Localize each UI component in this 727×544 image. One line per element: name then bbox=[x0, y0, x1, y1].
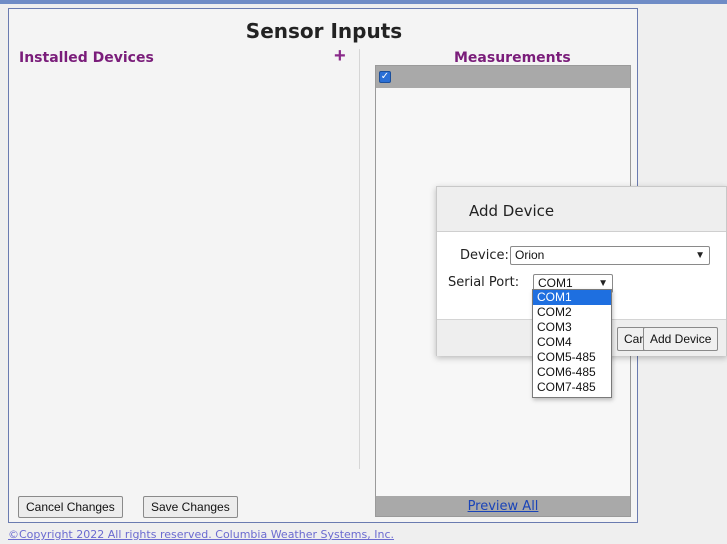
dialog-header: Add Device bbox=[437, 187, 726, 232]
serial-option-com7-485[interactable]: COM7-485 bbox=[533, 380, 611, 395]
measurements-footer: Preview All bbox=[376, 496, 630, 516]
device-select-value: Orion bbox=[515, 248, 545, 262]
serial-option-com5-485[interactable]: COM5-485 bbox=[533, 350, 611, 365]
top-accent-bar bbox=[0, 0, 727, 4]
panel-divider bbox=[359, 49, 360, 469]
serial-option-com4[interactable]: COM4 bbox=[533, 335, 611, 350]
checkbox-checked-icon[interactable]: ✓ bbox=[379, 71, 391, 83]
serial-port-label: Serial Port: bbox=[448, 275, 520, 290]
installed-devices-title: Installed Devices bbox=[19, 50, 154, 66]
copyright-link[interactable]: ©Copyright 2022 All rights reserved. Col… bbox=[8, 528, 394, 541]
serial-option-com6-485[interactable]: COM6-485 bbox=[533, 365, 611, 380]
page-title: Sensor Inputs bbox=[245, 19, 403, 43]
add-device-button[interactable]: Add Device bbox=[643, 327, 719, 351]
device-select[interactable]: Orion ▼ bbox=[510, 246, 710, 265]
measurements-header: ✓ bbox=[376, 66, 630, 88]
serial-port-dropdown-list: COM1 COM2 COM3 COM4 COM5-485 COM6-485 CO… bbox=[532, 289, 612, 398]
serial-option-com1[interactable]: COM1 bbox=[533, 290, 611, 305]
chevron-down-icon: ▼ bbox=[695, 250, 705, 261]
measurements-title: Measurements bbox=[454, 50, 571, 66]
preview-all-link[interactable]: Preview All bbox=[468, 499, 539, 514]
cancel-changes-button[interactable]: Cancel Changes bbox=[18, 496, 123, 518]
plus-icon[interactable]: + bbox=[334, 45, 346, 68]
serial-port-select-value: COM1 bbox=[538, 276, 573, 290]
serial-option-com2[interactable]: COM2 bbox=[533, 305, 611, 320]
device-label: Device: bbox=[460, 248, 509, 263]
save-changes-button[interactable]: Save Changes bbox=[143, 496, 238, 518]
dialog-title: Add Device bbox=[469, 202, 555, 220]
serial-option-com3[interactable]: COM3 bbox=[533, 320, 611, 335]
